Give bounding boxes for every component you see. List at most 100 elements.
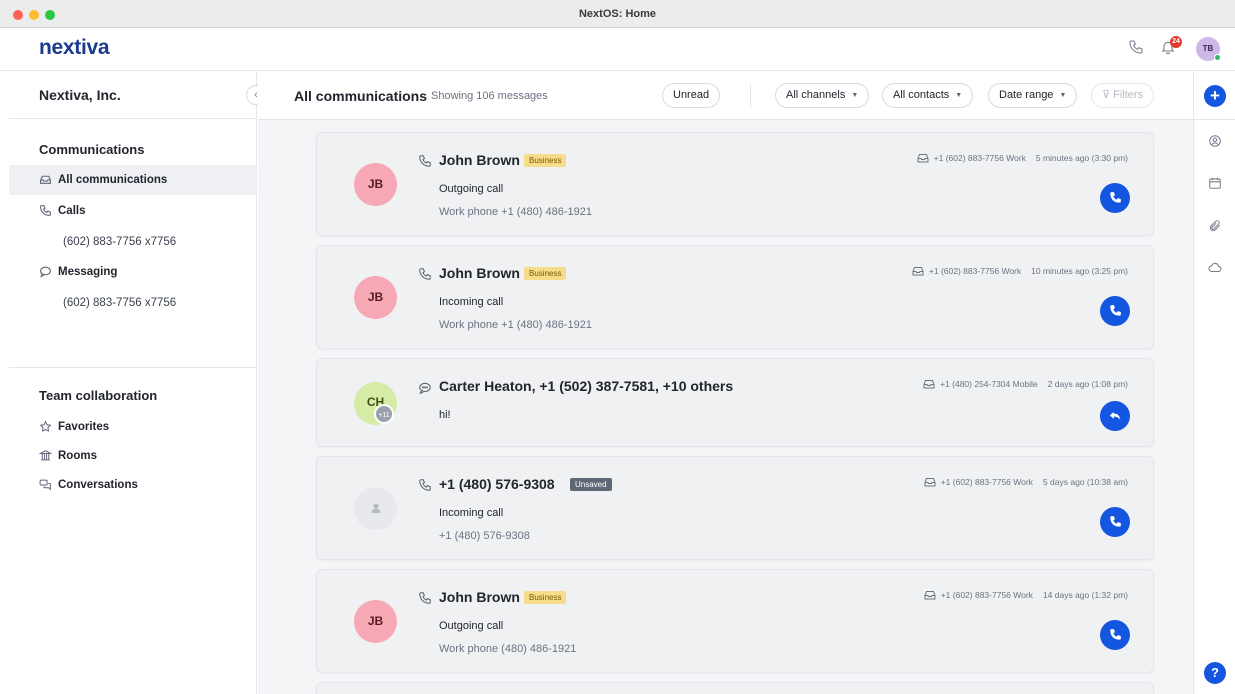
- timestamp: 5 days ago (10:38 am): [1042, 477, 1128, 487]
- caret-down-icon: ▼: [1059, 92, 1067, 99]
- channels-filter-label: All channels: [786, 89, 846, 101]
- unsaved-tag: Unsaved: [570, 478, 612, 491]
- call-number: +1 (480) 576-9308: [439, 530, 530, 542]
- sidebar-item-label: Rooms: [58, 450, 97, 462]
- sidebar-item-label: Calls: [58, 205, 86, 217]
- left-sidebar: Nextiva, Inc. ‹ Communications All commu…: [9, 72, 266, 694]
- user-avatar[interactable]: TB: [1196, 37, 1221, 61]
- chat-bubble-icon: [39, 265, 52, 278]
- sidebar-divider: [9, 118, 257, 119]
- sidebar-item-label: (602) 883-7756 x7756: [63, 236, 177, 248]
- call-direction: Outgoing call: [439, 620, 504, 632]
- timestamp: 5 minutes ago (3:30 pm): [1035, 153, 1128, 163]
- sidebar-item-label: Favorites: [58, 421, 110, 433]
- message-preview: hi!: [439, 409, 451, 421]
- star-icon: [39, 420, 52, 433]
- communication-meta: +1 (602) 883-7756 Work 10 minutes ago (3:…: [912, 266, 1128, 276]
- help-button[interactable]: ?: [1204, 662, 1226, 684]
- business-tag: Business: [524, 154, 567, 167]
- sidebar-item-conversations[interactable]: Conversations: [9, 470, 257, 500]
- toolbar-divider: [750, 84, 751, 107]
- sidebar-item-calls-line[interactable]: (602) 883-7756 x7756: [9, 227, 257, 257]
- contacts-filter-label: All contacts: [893, 89, 950, 101]
- call-back-button[interactable]: [1100, 183, 1130, 213]
- call-back-button[interactable]: [1100, 507, 1130, 537]
- timestamp: 10 minutes ago (3:25 pm): [1031, 266, 1128, 276]
- communication-card[interactable]: +1 (480) 576-9308 Unsaved Incoming call …: [316, 456, 1154, 560]
- app-header: nextiva 24 TB: [0, 28, 1235, 71]
- unread-filter-label: Unread: [673, 89, 710, 101]
- sidebar-item-label: Conversations: [58, 479, 138, 491]
- call-type-icon: [418, 267, 432, 281]
- inbox-icon: [39, 173, 52, 186]
- phone-icon[interactable]: [1128, 39, 1148, 59]
- user-initials: TB: [1202, 44, 1214, 53]
- communication-card[interactable]: CH +11 Carter Heaton, +1 (502) 387-7581,…: [316, 358, 1154, 447]
- contact-name[interactable]: John Brown: [439, 265, 520, 281]
- communication-card[interactable]: JB John Brown Business Incoming call Wor…: [316, 245, 1154, 349]
- more-filters-button[interactable]: ⊽ Filters: [1091, 83, 1155, 108]
- call-type-icon: [418, 154, 432, 168]
- communication-card[interactable]: [316, 682, 1154, 694]
- contact-avatar-placeholder: [354, 487, 397, 530]
- notifications-bell-icon[interactable]: 24: [1160, 36, 1182, 59]
- call-back-button[interactable]: [1100, 296, 1130, 326]
- notification-count-badge: 24: [1170, 36, 1182, 48]
- call-back-button[interactable]: [1100, 620, 1130, 650]
- reply-button[interactable]: [1100, 401, 1130, 431]
- right-rail: + ?: [1193, 72, 1235, 694]
- calendar-icon[interactable]: [1208, 176, 1222, 190]
- channel-label: +1 (602) 883-7756 Work: [928, 266, 1022, 276]
- team-collaboration-section-title: Team collaboration: [39, 388, 158, 403]
- channel-label: +1 (602) 883-7756 Work: [940, 590, 1033, 600]
- message-type-icon: [418, 381, 432, 395]
- inbox-icon: [917, 153, 929, 163]
- presence-status-dot: [1214, 54, 1221, 61]
- contact-name[interactable]: +1 (480) 576-9308: [439, 476, 555, 492]
- phone-icon: [39, 204, 52, 217]
- channels-filter-dropdown[interactable]: All channels ▼: [775, 83, 870, 108]
- main-content: All communications Showing 106 messages …: [258, 72, 1193, 694]
- communication-card[interactable]: JB John Brown Business Outgoing call Wor…: [316, 569, 1154, 673]
- sidebar-item-favorites[interactable]: Favorites: [9, 412, 257, 442]
- caret-down-icon: ▼: [955, 92, 963, 99]
- nextiva-logo[interactable]: nextiva: [39, 36, 110, 60]
- call-type-icon: [418, 591, 432, 605]
- more-filters-label: Filters: [1113, 89, 1144, 101]
- message-count: Showing 106 messages: [431, 90, 548, 102]
- sidebar-item-all-communications[interactable]: All communications: [9, 165, 257, 195]
- contact-avatar: JB: [354, 276, 397, 319]
- cloud-icon[interactable]: [1208, 261, 1222, 275]
- contacts-filter-dropdown[interactable]: All contacts ▼: [882, 83, 974, 108]
- contact-name[interactable]: John Brown: [439, 152, 520, 168]
- channel-label: +1 (480) 254-7304 Mobile: [940, 379, 1038, 389]
- business-tag: Business: [524, 267, 567, 280]
- add-button[interactable]: +: [1204, 85, 1226, 107]
- contact-name[interactable]: John Brown: [439, 589, 520, 605]
- communications-toolbar: All communications Showing 106 messages …: [258, 72, 1193, 120]
- date-range-dropdown[interactable]: Date range ▼: [988, 83, 1078, 108]
- communication-card[interactable]: JB John Brown Business Outgoing call Wor…: [316, 132, 1154, 236]
- page-title: All communications: [294, 88, 428, 104]
- call-number: Work phone (480) 486-1921: [439, 643, 577, 655]
- communication-meta: +1 (602) 883-7756 Work 5 days ago (10:38 …: [924, 477, 1128, 487]
- sidebar-item-messaging-line[interactable]: (602) 883-7756 x7756: [9, 288, 257, 318]
- call-direction: Outgoing call: [439, 183, 504, 195]
- sidebar-item-calls[interactable]: Calls: [9, 196, 257, 226]
- attachment-icon[interactable]: [1208, 219, 1222, 233]
- timestamp: 2 days ago (1:08 pm): [1047, 379, 1128, 389]
- conversations-icon: [39, 478, 52, 491]
- sidebar-item-label: (602) 883-7756 x7756: [63, 297, 177, 309]
- unread-filter-button[interactable]: Unread: [662, 83, 721, 108]
- contact-icon[interactable]: [1208, 134, 1222, 148]
- sidebar-item-label: All communications: [58, 174, 168, 186]
- organization-name: Nextiva, Inc.: [39, 87, 121, 103]
- call-type-icon: [418, 478, 432, 492]
- window-titlebar: NextOS: Home: [0, 0, 1235, 28]
- conversation-participants[interactable]: Carter Heaton, +1 (502) 387-7581, +10 ot…: [439, 378, 733, 394]
- date-range-label: Date range: [999, 89, 1054, 101]
- sidebar-item-rooms[interactable]: Rooms: [9, 441, 257, 471]
- sidebar-item-messaging[interactable]: Messaging: [9, 257, 257, 287]
- call-direction: Incoming call: [439, 507, 504, 519]
- business-tag: Business: [524, 591, 567, 604]
